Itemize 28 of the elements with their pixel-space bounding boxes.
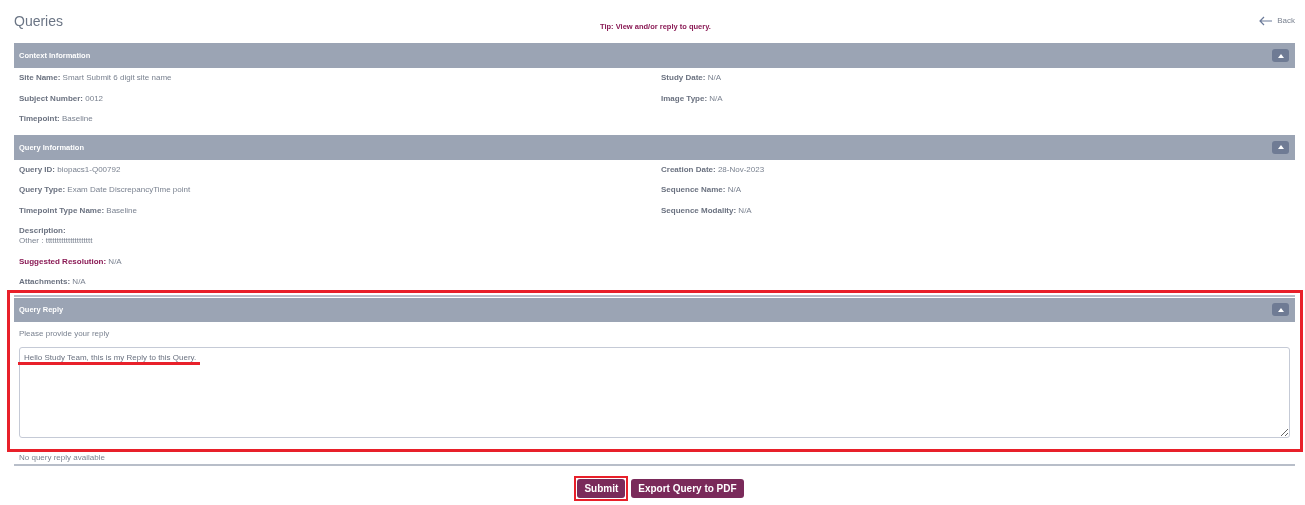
info-field: Creation Date: 28-Nov-2023 xyxy=(661,164,1290,175)
info-field: Timepoint Type Name: Baseline xyxy=(19,205,661,216)
export-button[interactable]: Export Query to PDF xyxy=(631,478,744,498)
collapse-button[interactable] xyxy=(1272,140,1289,154)
collapse-button[interactable] xyxy=(1272,303,1289,316)
info-field: Query ID: biopacs1-Q00792 xyxy=(19,164,661,175)
caret-up-icon xyxy=(1277,145,1284,149)
info-field: Subject Number: 0012 xyxy=(19,93,661,104)
info-field: Suggested Resolution: N/A xyxy=(19,256,661,267)
caret-up-icon xyxy=(1277,307,1284,312)
back-arrow-icon xyxy=(1259,15,1274,26)
back-link[interactable]: Back xyxy=(1259,15,1295,26)
info-field: Sequence Modality: N/A xyxy=(661,205,1290,216)
reply-textarea[interactable]: Hello Study Team, this is my Reply to this Query. xyxy=(19,346,1290,438)
caret-up-icon xyxy=(1277,53,1284,58)
submit-button[interactable]: Submit xyxy=(577,478,626,498)
info-field: Attachments: N/A xyxy=(19,277,661,287)
info-field: Timepoint: Baseline xyxy=(19,114,661,124)
info-field: Sequence Name: N/A xyxy=(661,185,1290,195)
empty-reply-note: No query reply available xyxy=(18,452,106,464)
info-field: Query Type: Exam Date DiscrepancyTime point xyxy=(19,185,661,195)
info-field: Description: Other : ttttttttttttttttttttt xyxy=(19,226,661,246)
collapse-button[interactable] xyxy=(1272,49,1289,62)
page-title: Queries xyxy=(14,12,64,29)
info-field: Study Date: N/A xyxy=(661,73,1290,83)
info-field: Site Name: Smart Submit 6 digit site name xyxy=(19,73,661,83)
info-field: Image Type: N/A xyxy=(661,93,1290,104)
reply-prompt: Please provide your reply xyxy=(18,327,111,340)
